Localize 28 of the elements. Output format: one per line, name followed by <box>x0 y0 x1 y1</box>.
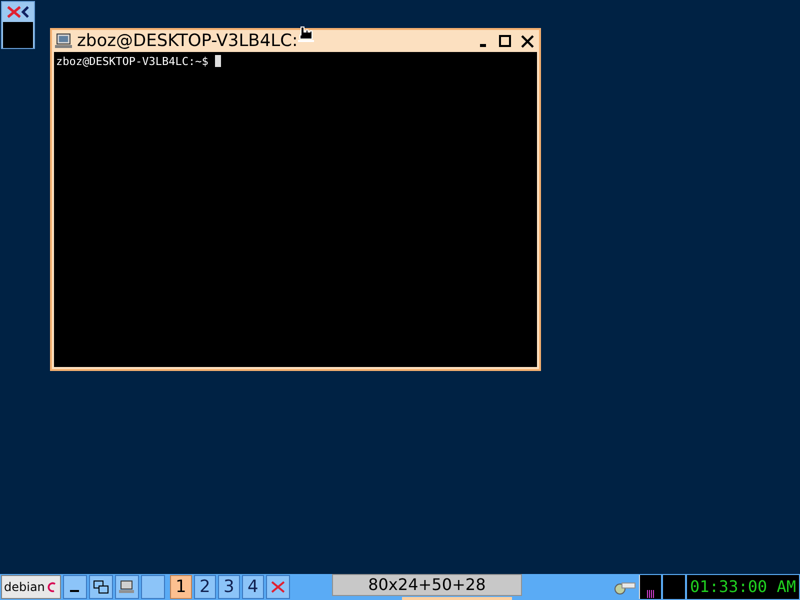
desktop-button[interactable]: 2 <box>194 575 216 599</box>
terminal-area[interactable]: zboz@DESKTOP-V3LB4LC:~$ <box>54 52 537 367</box>
x-logo-icon <box>5 4 31 20</box>
terminal-line: zboz@DESKTOP-V3LB4LC:~$ <box>56 56 210 66</box>
computer-icon <box>118 580 135 594</box>
close-button[interactable] <box>518 32 536 50</box>
window-preview <box>3 22 33 48</box>
geometry-tooltip: 80x24+50+28 <box>332 574 522 596</box>
terminal-launcher-button[interactable] <box>114 575 139 599</box>
x-logo-icon <box>270 580 286 594</box>
maximize-button[interactable] <box>496 32 514 50</box>
desktop-button[interactable]: 3 <box>218 575 240 599</box>
cpu-monitor <box>639 575 662 599</box>
window-title: zboz@DESKTOP-V3LB4LC: <box>77 32 298 50</box>
start-button[interactable]: debian <box>1 575 61 599</box>
desktop-button[interactable]: 1 <box>170 575 192 599</box>
memory-monitor <box>663 575 686 599</box>
desktop-button[interactable]: 4 <box>242 575 264 599</box>
swirl-logo-icon <box>46 580 58 594</box>
text-cursor <box>214 55 221 67</box>
computer-icon <box>55 33 73 49</box>
minimize-all-button[interactable] <box>62 575 87 599</box>
window-thumbnail[interactable] <box>1 1 35 49</box>
hand-cursor-icon <box>296 26 316 43</box>
windows-icon <box>92 580 109 594</box>
clock: 01:33:00 AM <box>687 575 799 599</box>
x-logo-button[interactable] <box>266 575 290 599</box>
window-list-button[interactable] <box>88 575 113 599</box>
